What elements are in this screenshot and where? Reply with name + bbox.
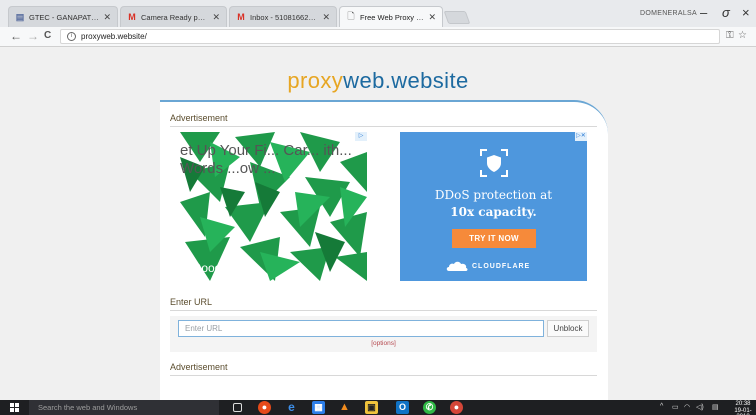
- enter-url-heading: Enter URL: [170, 297, 213, 307]
- unblock-button[interactable]: Unblock: [547, 320, 589, 337]
- options-link-text[interactable]: [options]: [371, 340, 396, 347]
- url-input[interactable]: [178, 320, 544, 337]
- ad-text: et Up Your Fi... Car... ith... Words ...…: [180, 142, 352, 177]
- site-logo[interactable]: proxyweb.website: [0, 68, 756, 94]
- chrome-icon[interactable]: ●: [258, 401, 271, 414]
- tab-free-web-proxy[interactable]: 🗋 Free Web Proxy | rbproxy ✕: [339, 6, 443, 27]
- browser-tab-strip: ▤ GTEC - GANAPATHY TE ✕ M Camera Ready p…: [0, 0, 756, 27]
- address-bar[interactable]: i proxyweb.website/: [60, 29, 720, 44]
- close-tab-icon[interactable]: ✕: [212, 12, 220, 23]
- windows-taskbar: Search the web and Windows ● e ▦ ▲ ▣ O ✆…: [0, 400, 756, 415]
- address-text: proxyweb.website/: [81, 32, 147, 41]
- tab-title: Inbox - 510816621306@: [250, 12, 318, 22]
- task-view-icon[interactable]: [233, 403, 242, 412]
- reload-icon[interactable]: C: [44, 30, 51, 41]
- files-icon[interactable]: ▣: [365, 401, 378, 414]
- cloudflare-ad-banner[interactable]: DDoS protection at 10x capacity. TRY IT …: [400, 132, 587, 281]
- tab-title: Free Web Proxy | rbproxy: [360, 12, 424, 22]
- tray-chevron-icon[interactable]: ^: [660, 403, 663, 410]
- wifi-icon[interactable]: ◠: [684, 403, 690, 411]
- cloud-icon: [446, 261, 468, 271]
- star-icon[interactable]: ☆: [738, 30, 747, 41]
- close-tab-icon[interactable]: ✕: [103, 12, 111, 23]
- try-it-now-button[interactable]: TRY IT NOW: [452, 229, 536, 248]
- tab-gtec[interactable]: ▤ GTEC - GANAPATHY TE ✕: [8, 6, 118, 27]
- gmail-icon: M: [237, 12, 245, 22]
- cloudflare-logo: CLOUDFLARE: [446, 261, 530, 271]
- page-content: proxyweb.website Advertisement et Up You…: [0, 48, 756, 400]
- ad-headline: DDoS protection at: [434, 188, 553, 202]
- notification-icon[interactable]: ▤: [712, 403, 719, 411]
- tab-camera-ready[interactable]: M Camera Ready paper, Re ✕: [120, 6, 227, 27]
- restore-icon[interactable]: σ: [722, 5, 730, 20]
- windows-start-icon[interactable]: [10, 403, 19, 412]
- network-icon[interactable]: ▭: [672, 403, 679, 411]
- taskbar-search-box[interactable]: Search the web and Windows: [29, 400, 219, 415]
- page-icon: 🗋: [347, 11, 355, 21]
- minimize-icon[interactable]: –: [700, 5, 707, 20]
- new-tab-button[interactable]: [443, 11, 471, 24]
- ad-subline: 10x capacity.: [450, 205, 537, 219]
- clock-date: 19-01-2018: [734, 407, 752, 415]
- close-window-icon[interactable]: ×: [742, 5, 750, 20]
- chrome-icon[interactable]: ●: [450, 401, 463, 414]
- store-icon[interactable]: ▦: [312, 401, 325, 414]
- divider: [170, 375, 597, 376]
- cloudflare-brand-text: CLOUDFLARE: [472, 262, 531, 270]
- mail-icon: ▤: [15, 11, 25, 22]
- volume-icon[interactable]: ◁): [696, 403, 704, 411]
- vlc-icon[interactable]: ▲: [338, 401, 351, 414]
- outlook-icon[interactable]: O: [396, 401, 409, 414]
- shield-icon: [480, 149, 508, 177]
- back-arrow-icon[interactable]: ←: [10, 29, 22, 43]
- proxy-form-card: Advertisement et Up Your Fi... Car... it…: [160, 100, 608, 400]
- google-logo: Google: [192, 261, 231, 275]
- logo-part-web-website: web.website: [343, 68, 469, 93]
- gmail-icon: M: [128, 12, 136, 22]
- logo-part-proxy: proxy: [287, 68, 344, 93]
- forward-arrow-icon[interactable]: →: [27, 29, 39, 43]
- divider: [170, 310, 597, 311]
- key-icon[interactable]: ⚿: [726, 30, 734, 41]
- edge-icon[interactable]: e: [285, 401, 298, 414]
- adchoices-icon[interactable]: ▷: [355, 132, 367, 141]
- info-icon[interactable]: i: [67, 32, 76, 41]
- tab-inbox[interactable]: M Inbox - 510816621306@ ✕: [229, 6, 337, 27]
- advertisement-heading-2: Advertisement: [170, 362, 228, 372]
- adchoices-icon[interactable]: ▷✕: [575, 132, 587, 141]
- divider: [170, 126, 597, 127]
- taskbar-clock[interactable]: 20:38 19-01-2018: [730, 401, 756, 415]
- close-tab-icon[interactable]: ✕: [322, 12, 330, 23]
- profile-badge[interactable]: DOMENERALSA: [640, 10, 697, 17]
- options-link: [options]: [170, 340, 597, 347]
- advertisement-heading: Advertisement: [170, 113, 228, 123]
- tab-title: Camera Ready paper, Re: [141, 12, 208, 22]
- google-ad-banner[interactable]: et Up Your Fi... Car... ith... Words ...…: [180, 132, 367, 281]
- tab-title: GTEC - GANAPATHY TE: [29, 12, 100, 22]
- close-tab-icon[interactable]: ✕: [428, 12, 436, 23]
- whatsapp-icon[interactable]: ✆: [423, 401, 436, 414]
- url-form: Unblock [options]: [170, 316, 597, 352]
- browser-toolbar: ← → C i proxyweb.website/ ⚿ ☆: [0, 27, 756, 47]
